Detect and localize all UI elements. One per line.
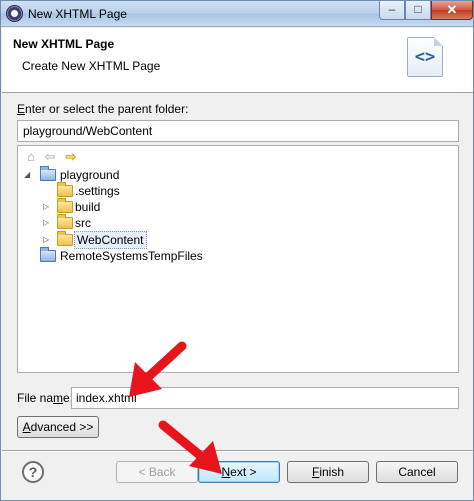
project-icon — [40, 247, 56, 262]
back-button[interactable]: < Back — [116, 461, 198, 483]
maximize-button[interactable]: □ — [405, 1, 431, 20]
project-icon — [40, 166, 56, 181]
folder-icon — [57, 231, 73, 246]
title-bar[interactable]: New XHTML Page – □ ✕ — [1, 1, 473, 27]
folder-icon — [57, 214, 73, 229]
next-button[interactable]: Next > — [198, 461, 280, 483]
tree-item-label: src — [75, 216, 91, 230]
parent-folder-label: Enter or select the parent folder: — [17, 102, 189, 116]
minimize-button[interactable]: – — [379, 1, 405, 20]
file-name-input[interactable]: index.xhtml — [71, 387, 459, 409]
forward-arrow-icon[interactable]: ⇨ — [63, 150, 79, 164]
wizard-header: New XHTML Page Create New XHTML Page <> — [2, 28, 473, 93]
wizard-subtitle: Create New XHTML Page — [22, 59, 161, 73]
back-arrow-icon[interactable]: ⇦ — [42, 150, 58, 164]
parent-folder-label-text: nter or select the parent folder: — [25, 102, 189, 116]
file-name-label: File name: — [17, 391, 74, 405]
window-title: New XHTML Page — [28, 7, 127, 21]
eclipse-icon — [6, 5, 23, 22]
collapsed-twisty-icon[interactable]: ▷ — [43, 215, 51, 231]
wizard-title: New XHTML Page — [13, 37, 115, 51]
home-icon[interactable]: ⌂ — [23, 150, 39, 164]
advanced-button[interactable]: Advanced >> — [17, 416, 99, 438]
folder-icon — [57, 198, 73, 213]
collapsed-twisty-icon[interactable]: ▷ — [43, 199, 51, 215]
collapsed-twisty-icon[interactable]: ▷ — [43, 232, 51, 248]
help-icon[interactable]: ? — [22, 461, 44, 483]
tree-item-label: RemoteSystemsTempFiles — [60, 249, 203, 263]
expanded-twisty-icon[interactable]: ◢ — [24, 167, 32, 183]
xhtml-file-icon: <> — [407, 37, 443, 77]
folder-tree[interactable]: ⌂ ⇦ ⇨ ◢ playground .settings ▷ build ▷ s… — [17, 145, 459, 373]
folder-icon — [57, 182, 73, 197]
tree-item-label: build — [75, 200, 101, 214]
tree-item-label: playground — [60, 168, 120, 182]
new-xhtml-page-dialog: New XHTML Page – □ ✕ New XHTML Page Crea… — [0, 0, 474, 501]
close-button[interactable]: ✕ — [431, 1, 473, 20]
separator — [2, 450, 473, 452]
tree-item-label: .settings — [75, 184, 120, 198]
cancel-button[interactable]: Cancel — [376, 461, 458, 483]
finish-button[interactable]: Finish — [287, 461, 369, 483]
parent-folder-input[interactable]: playground/WebContent — [17, 120, 459, 142]
tree-item-label: WebContent — [74, 231, 147, 249]
